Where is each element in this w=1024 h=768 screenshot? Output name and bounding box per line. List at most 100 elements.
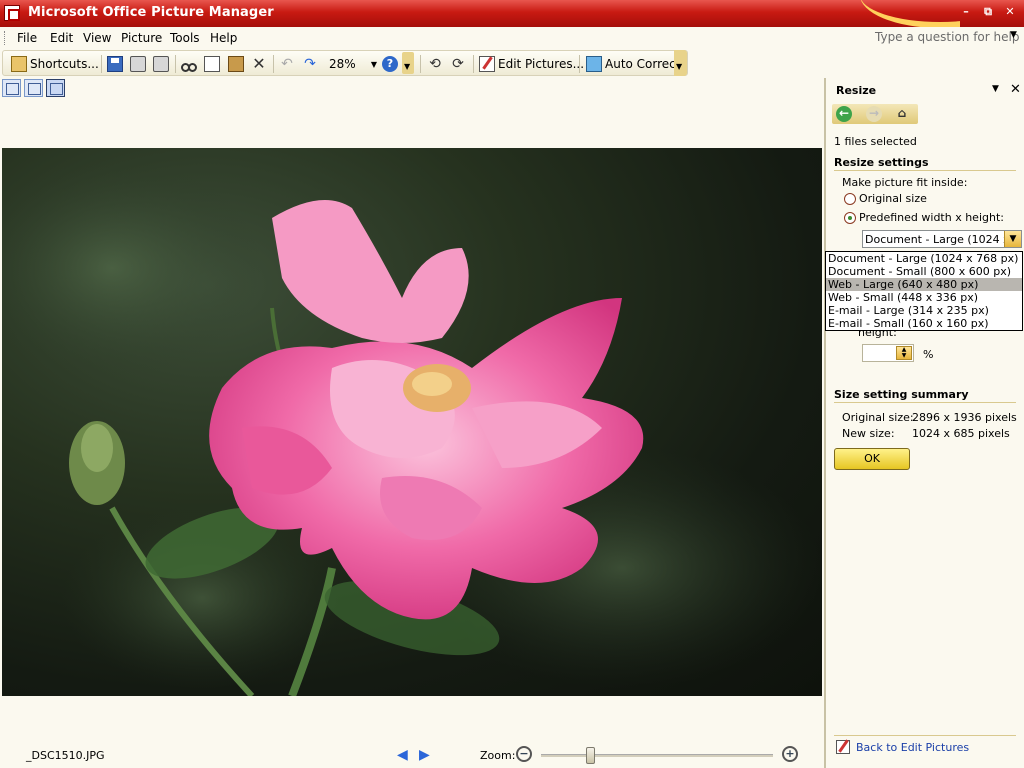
dropdown-option[interactable]: E-mail - Large (314 x 235 px) [826, 304, 1022, 317]
thumbnail-view-icon[interactable] [2, 79, 21, 97]
minimize-icon[interactable]: – [958, 4, 974, 20]
copy-button[interactable] [204, 54, 220, 74]
toolbar-options-button[interactable]: ▼ [674, 50, 687, 76]
previous-picture-icon[interactable]: ◀ [397, 747, 408, 763]
auto-correct-button[interactable]: Auto Correct [586, 54, 680, 74]
forward-arrow-icon[interactable]: → [866, 106, 882, 122]
redo-button[interactable]: ↷ [302, 54, 318, 74]
toolbar-chevron-icon: ▼ [404, 62, 411, 71]
next-picture-icon[interactable]: ▶ [419, 747, 430, 763]
rotate-left-icon: ⟲ [429, 56, 441, 72]
back-to-edit-pictures-link[interactable]: Back to Edit Pictures [856, 741, 969, 754]
status-bar: _DSC1510.JPG ◀ ▶ Zoom: − + [0, 744, 823, 768]
mail-icon [153, 56, 169, 72]
print-icon [130, 56, 146, 72]
window-controls: – ⧉ ✕ [958, 4, 1018, 20]
menu-grip-icon[interactable] [4, 31, 7, 45]
close-icon[interactable]: ✕ [1002, 4, 1018, 20]
dropdown-option-highlighted[interactable]: Web - Large (640 x 480 px) [826, 278, 1022, 291]
pane-close-icon[interactable]: ✕ [1010, 82, 1021, 97]
edit-pictures-icon [836, 740, 850, 754]
menu-picture[interactable]: Picture [121, 31, 162, 45]
delete-icon: ✕ [252, 54, 266, 73]
zoom-value: 28% [329, 57, 356, 71]
dropdown-option[interactable]: Document - Small (800 x 600 px) [826, 265, 1022, 278]
zoom-slider-thumb[interactable] [585, 747, 595, 764]
home-icon[interactable]: ⌂ [894, 106, 910, 122]
office-swoosh [860, 0, 960, 27]
percent-symbol: % [923, 348, 934, 361]
window-title: Microsoft Office Picture Manager [28, 5, 274, 20]
view-switcher [2, 79, 65, 97]
files-selected-label: 1 files selected [834, 135, 917, 148]
menu-view[interactable]: View [83, 31, 111, 45]
pane-title: Resize [836, 84, 877, 97]
save-icon [107, 56, 123, 72]
predefined-size-dropdown-list: Document - Large (1024 x 768 px) Documen… [825, 251, 1023, 331]
pane-header: Resize ▼ ✕ [826, 78, 1024, 102]
ok-button[interactable]: OK [834, 448, 910, 470]
dropdown-option[interactable]: Document - Large (1024 x 768 px) [826, 252, 1022, 265]
section-divider [834, 170, 1016, 171]
menu-edit[interactable]: Edit [50, 31, 73, 45]
toolbar-separator [101, 55, 102, 73]
predefined-size-select[interactable]: Document - Large (1024 x 768 px) ▼ [862, 230, 1022, 248]
save-button[interactable] [107, 54, 123, 74]
copy-icon [204, 56, 220, 72]
filmstrip-view-icon[interactable] [24, 79, 43, 97]
ask-dropdown-icon[interactable]: ▼ [1010, 30, 1017, 40]
edit-pictures-button[interactable]: Edit Pictures... [479, 54, 584, 74]
paste-button[interactable] [228, 54, 244, 74]
zoom-combo[interactable]: 28% ▼ [329, 54, 381, 74]
menu-tools[interactable]: Tools [170, 31, 200, 45]
pane-navigation: ← → ⌂ [832, 104, 918, 124]
undo-button[interactable]: ↶ [279, 54, 295, 74]
shortcuts-button[interactable]: Shortcuts... [11, 54, 99, 74]
rotate-right-button[interactable]: ⟳ [450, 54, 466, 74]
single-picture-view-icon[interactable] [46, 79, 65, 97]
restore-icon[interactable]: ⧉ [980, 4, 996, 20]
predefined-size-value: Document - Large (1024 x 768 px) [865, 233, 1021, 246]
menu-help[interactable]: Help [210, 31, 237, 45]
stepper-arrows-icon[interactable]: ▲ ▼ [896, 346, 912, 360]
edit-pictures-label: Edit Pictures... [498, 57, 585, 71]
predefined-size-radio[interactable] [844, 212, 856, 224]
zoom-slider-track[interactable] [541, 754, 773, 757]
dropdown-option[interactable]: Web - Small (448 x 336 px) [826, 291, 1022, 304]
delete-button[interactable]: ✕ [251, 54, 267, 74]
resize-settings-heading: Resize settings [834, 156, 929, 169]
original-size-value: 2896 x 1936 pixels [912, 411, 1017, 424]
paste-icon [228, 56, 244, 72]
cut-icon [181, 56, 197, 72]
print-button[interactable] [130, 54, 146, 74]
mail-button[interactable] [153, 54, 169, 74]
toolbar-chevron-button[interactable]: ▼ [402, 52, 414, 74]
original-size-radio[interactable] [844, 193, 856, 205]
new-size-label: New size: [842, 427, 895, 440]
percent-stepper[interactable]: ▲ ▼ [862, 344, 914, 362]
predefined-size-dropdown-icon[interactable]: ▼ [1004, 231, 1021, 247]
menu-file[interactable]: File [17, 31, 37, 45]
undo-icon: ↶ [281, 56, 293, 72]
ask-question-input[interactable]: Type a question for help [875, 30, 1019, 44]
fit-inside-label: Make picture fit inside: [842, 176, 968, 189]
rose-photo[interactable] [2, 148, 822, 696]
dropdown-option[interactable]: E-mail - Small (160 x 160 px) [826, 317, 1022, 330]
zoom-label: Zoom: [480, 749, 516, 762]
back-arrow-icon[interactable]: ← [836, 106, 852, 122]
toolbar-separator [175, 55, 176, 73]
app-icon[interactable] [4, 5, 20, 21]
rotate-left-button[interactable]: ⟲ [427, 54, 443, 74]
zoom-dropdown-icon[interactable]: ▼ [371, 60, 377, 69]
cut-button[interactable] [181, 54, 197, 74]
pane-menu-icon[interactable]: ▼ [992, 84, 999, 94]
section-divider [834, 402, 1016, 403]
auto-correct-icon [586, 56, 602, 72]
rotate-right-icon: ⟳ [452, 56, 464, 72]
zoom-in-icon[interactable]: + [782, 746, 798, 762]
help-icon: ? [382, 56, 398, 72]
auto-correct-label: Auto Correct [605, 57, 681, 71]
help-button[interactable]: ? [382, 54, 398, 74]
zoom-out-icon[interactable]: − [516, 746, 532, 762]
ok-label: OK [864, 452, 880, 465]
